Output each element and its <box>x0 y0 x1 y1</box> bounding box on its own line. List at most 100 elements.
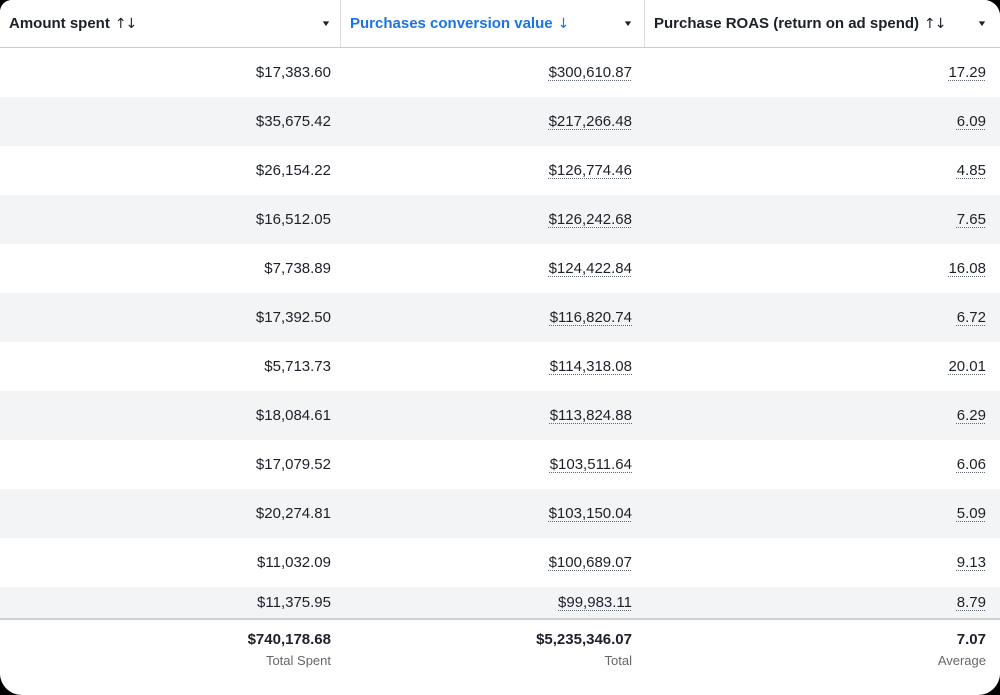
chevron-down-icon[interactable]: ▼ <box>977 19 988 28</box>
purchases-conversion-value[interactable]: $100,689.07 <box>549 554 632 571</box>
roas-average-value: 7.07 <box>956 631 986 648</box>
column-header-purchase-roas[interactable]: Purchase ROAS (return on ad spend) ↑↓ ▼ <box>645 0 1000 47</box>
conversion-value-total: $5,235,346.07 <box>536 631 632 648</box>
amount-spent-cell: $20,274.81 <box>0 489 341 538</box>
purchase-roas-cell: 7.65 <box>645 195 1000 244</box>
amount-spent-cell: $17,383.60 <box>0 48 341 97</box>
purchase-roas-value[interactable]: 5.09 <box>957 505 986 522</box>
purchases-conversion-value-cell: $300,610.87 <box>341 48 645 97</box>
amount-spent-value: $26,154.22 <box>255 162 331 179</box>
amount-spent-cell: $11,375.95 <box>0 587 341 618</box>
total-spent-cell: $740,178.68 Total Spent <box>0 620 341 693</box>
amount-spent-cell: $18,084.61 <box>0 391 341 440</box>
table-row: $5,713.73 $114,318.08 20.01 <box>0 342 1000 391</box>
purchase-roas-value[interactable]: 6.09 <box>957 113 986 130</box>
amount-spent-cell: $26,154.22 <box>0 146 341 195</box>
purchases-conversion-value[interactable]: $126,242.68 <box>549 211 632 228</box>
column-label: Purchases conversion value <box>350 15 553 32</box>
table-row: $17,383.60 $300,610.87 17.29 <box>0 48 1000 97</box>
purchase-roas-value[interactable]: 16.08 <box>948 260 986 277</box>
purchases-conversion-value[interactable]: $99,983.11 <box>558 594 632 611</box>
purchases-conversion-value[interactable]: $300,610.87 <box>549 64 632 81</box>
table-row: $11,032.09 $100,689.07 9.13 <box>0 538 1000 587</box>
table-row: $11,375.95 $99,983.11 8.79 <box>0 587 1000 618</box>
table-header-row: Amount spent ↑↓ ▼ Purchases conversion v… <box>0 0 1000 48</box>
total-spent-label: Total Spent <box>265 653 331 668</box>
conversion-value-total-cell: $5,235,346.07 Total <box>341 620 645 693</box>
amount-spent-cell: $16,512.05 <box>0 195 341 244</box>
amount-spent-value: $17,392.50 <box>255 309 331 326</box>
purchase-roas-cell: 6.29 <box>645 391 1000 440</box>
table-row: $20,274.81 $103,150.04 5.09 <box>0 489 1000 538</box>
chevron-down-icon[interactable]: ▼ <box>321 19 332 28</box>
sort-arrows-icon[interactable]: ↑↓ <box>924 16 946 32</box>
purchase-roas-cell: 4.85 <box>645 146 1000 195</box>
column-header-purchases-conversion-value[interactable]: Purchases conversion value ↓ ▼ <box>341 0 645 47</box>
amount-spent-value: $11,375.95 <box>257 594 331 611</box>
purchase-roas-value[interactable]: 7.65 <box>957 211 986 228</box>
table-row: $17,392.50 $116,820.74 6.72 <box>0 293 1000 342</box>
purchases-conversion-value[interactable]: $114,318.08 <box>550 358 632 375</box>
amount-spent-value: $7,738.89 <box>264 260 331 277</box>
purchase-roas-cell: 6.72 <box>645 293 1000 342</box>
amount-spent-value: $20,274.81 <box>255 505 331 522</box>
purchase-roas-value[interactable]: 20.01 <box>948 358 986 375</box>
table-row: $26,154.22 $126,774.46 4.85 <box>0 146 1000 195</box>
conversion-value-total-label: Total <box>604 653 632 668</box>
purchases-conversion-value-cell: $100,689.07 <box>341 538 645 587</box>
amount-spent-cell: $35,675.42 <box>0 97 341 146</box>
purchase-roas-value[interactable]: 9.13 <box>957 554 986 571</box>
chevron-down-icon[interactable]: ▼ <box>623 19 634 28</box>
purchase-roas-cell: 8.79 <box>645 587 1000 618</box>
purchase-roas-cell: 6.09 <box>645 97 1000 146</box>
table-body: $17,383.60 $300,610.87 17.29 $35,675.42 … <box>0 48 1000 618</box>
table-row: $17,079.52 $103,511.64 6.06 <box>0 440 1000 489</box>
purchases-conversion-value[interactable]: $217,266.48 <box>549 113 632 130</box>
purchases-conversion-value[interactable]: $113,824.88 <box>550 407 632 424</box>
table-row: $18,084.61 $113,824.88 6.29 <box>0 391 1000 440</box>
amount-spent-cell: $5,713.73 <box>0 342 341 391</box>
amount-spent-value: $18,084.61 <box>255 407 331 424</box>
purchases-conversion-value-cell: $103,511.64 <box>341 440 645 489</box>
column-label: Purchase ROAS (return on ad spend) <box>654 15 920 32</box>
purchases-conversion-value[interactable]: $116,820.74 <box>550 309 632 326</box>
column-header-label-wrap: Purchase ROAS (return on ad spend) ↑↓ <box>654 15 947 32</box>
purchases-conversion-value-cell: $114,318.08 <box>341 342 645 391</box>
amount-spent-value: $16,512.05 <box>255 211 331 228</box>
table-row: $7,738.89 $124,422.84 16.08 <box>0 244 1000 293</box>
amount-spent-cell: $17,392.50 <box>0 293 341 342</box>
purchases-conversion-value[interactable]: $126,774.46 <box>549 162 632 179</box>
column-header-amount-spent[interactable]: Amount spent ↑↓ ▼ <box>0 0 341 47</box>
purchase-roas-value[interactable]: 4.85 <box>957 162 986 179</box>
purchase-roas-value[interactable]: 6.72 <box>957 309 986 326</box>
purchase-roas-cell: 6.06 <box>645 440 1000 489</box>
purchase-roas-value[interactable]: 8.79 <box>957 594 986 611</box>
purchases-conversion-value-cell: $126,242.68 <box>341 195 645 244</box>
purchase-roas-value[interactable]: 17.29 <box>948 64 986 81</box>
amount-spent-cell: $17,079.52 <box>0 440 341 489</box>
table-row: $35,675.42 $217,266.48 6.09 <box>0 97 1000 146</box>
column-header-label-wrap: Amount spent ↑↓ <box>9 15 137 32</box>
purchases-conversion-value[interactable]: $124,422.84 <box>549 260 632 277</box>
purchases-conversion-value[interactable]: $103,511.64 <box>550 456 632 473</box>
purchase-roas-cell: 9.13 <box>645 538 1000 587</box>
purchases-conversion-value-cell: $126,774.46 <box>341 146 645 195</box>
purchases-conversion-value-cell: $116,820.74 <box>341 293 645 342</box>
amount-spent-cell: $11,032.09 <box>0 538 341 587</box>
purchases-conversion-value-cell: $124,422.84 <box>341 244 645 293</box>
amount-spent-value: $17,383.60 <box>255 64 331 81</box>
purchase-roas-value[interactable]: 6.06 <box>957 456 986 473</box>
total-spent-value: $740,178.68 <box>247 631 331 648</box>
purchase-roas-value[interactable]: 6.29 <box>957 407 986 424</box>
column-label: Amount spent <box>9 15 110 32</box>
table-totals-row: $740,178.68 Total Spent $5,235,346.07 To… <box>0 618 1000 693</box>
table-row: $16,512.05 $126,242.68 7.65 <box>0 195 1000 244</box>
purchases-conversion-value[interactable]: $103,150.04 <box>549 505 632 522</box>
ads-metrics-table: Amount spent ↑↓ ▼ Purchases conversion v… <box>0 0 1000 695</box>
amount-spent-value: $17,079.52 <box>255 456 331 473</box>
purchase-roas-cell: 16.08 <box>645 244 1000 293</box>
sort-arrows-icon[interactable]: ↑↓ <box>115 16 137 32</box>
amount-spent-value: $5,713.73 <box>264 358 331 375</box>
sort-descending-icon[interactable]: ↓ <box>558 16 570 32</box>
purchase-roas-cell: 5.09 <box>645 489 1000 538</box>
